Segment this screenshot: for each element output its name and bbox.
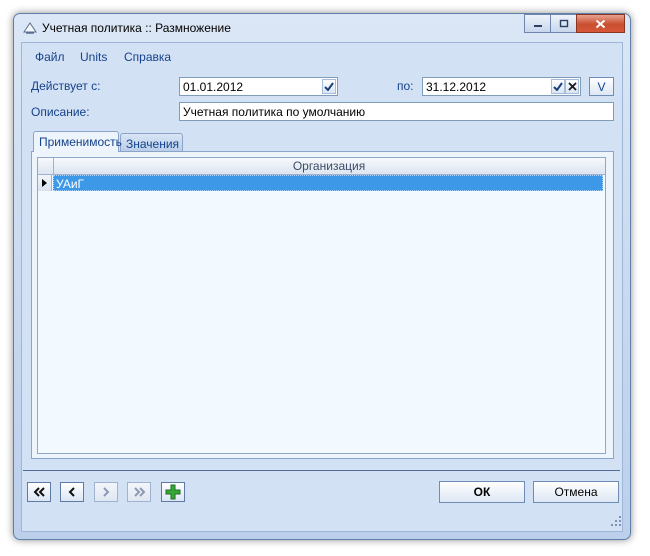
to-date-clear-button[interactable] bbox=[565, 79, 579, 94]
column-header-organization[interactable]: Организация bbox=[53, 158, 604, 175]
check-icon bbox=[553, 82, 563, 91]
table-row[interactable]: УАиГ bbox=[53, 175, 603, 191]
close-icon bbox=[595, 19, 606, 28]
clear-x-icon bbox=[567, 82, 577, 91]
description-field[interactable]: Учетная политика по умолчанию bbox=[179, 102, 614, 121]
from-date-field[interactable]: 01.01.2012 bbox=[179, 77, 338, 96]
minimize-button[interactable] bbox=[524, 14, 551, 33]
maximize-icon bbox=[559, 19, 568, 28]
tab-values[interactable]: Значения bbox=[120, 133, 183, 151]
from-date-check-button[interactable] bbox=[322, 79, 336, 94]
first-record-button[interactable] bbox=[27, 482, 51, 502]
v-button[interactable]: V bbox=[589, 77, 614, 96]
maximize-button[interactable] bbox=[550, 14, 577, 33]
footer-separator bbox=[23, 470, 620, 471]
minimize-icon bbox=[533, 24, 542, 27]
last-record-button[interactable] bbox=[127, 482, 151, 502]
to-date-value: 31.12.2012 bbox=[426, 80, 487, 94]
app-icon bbox=[23, 22, 37, 34]
double-chevron-right-icon bbox=[133, 487, 145, 497]
description-value: Учетная политика по умолчанию bbox=[183, 105, 366, 119]
menu-file[interactable]: Файл bbox=[35, 50, 65, 64]
close-button[interactable] bbox=[576, 14, 625, 33]
chevron-right-icon bbox=[103, 487, 110, 497]
menu-units[interactable]: Units bbox=[80, 50, 107, 64]
menu-help[interactable]: Справка bbox=[124, 50, 171, 64]
tab-applicability[interactable]: Применимость bbox=[33, 131, 122, 152]
from-date-label: Действует с: bbox=[31, 79, 101, 93]
description-label: Описание: bbox=[31, 105, 90, 119]
cell-organization: УАиГ bbox=[56, 177, 85, 191]
to-date-check-button[interactable] bbox=[551, 79, 565, 94]
row-pointer-icon bbox=[42, 179, 47, 187]
from-date-value: 01.01.2012 bbox=[183, 80, 244, 94]
resize-grip-icon[interactable] bbox=[610, 515, 622, 527]
to-date-label: по: bbox=[397, 79, 414, 93]
row-indicator bbox=[38, 175, 52, 191]
plus-icon bbox=[165, 484, 181, 500]
cancel-button[interactable]: Отмена bbox=[533, 481, 619, 503]
window-title: Учетная политика :: Размножение bbox=[42, 21, 231, 35]
add-record-button[interactable] bbox=[161, 482, 185, 502]
double-chevron-left-icon bbox=[33, 487, 45, 497]
next-record-button[interactable] bbox=[94, 482, 118, 502]
check-icon bbox=[324, 82, 334, 91]
chevron-left-icon bbox=[68, 487, 75, 497]
organization-grid[interactable] bbox=[37, 157, 606, 454]
prev-record-button[interactable] bbox=[60, 482, 84, 502]
ok-button[interactable]: ОК bbox=[439, 481, 525, 503]
